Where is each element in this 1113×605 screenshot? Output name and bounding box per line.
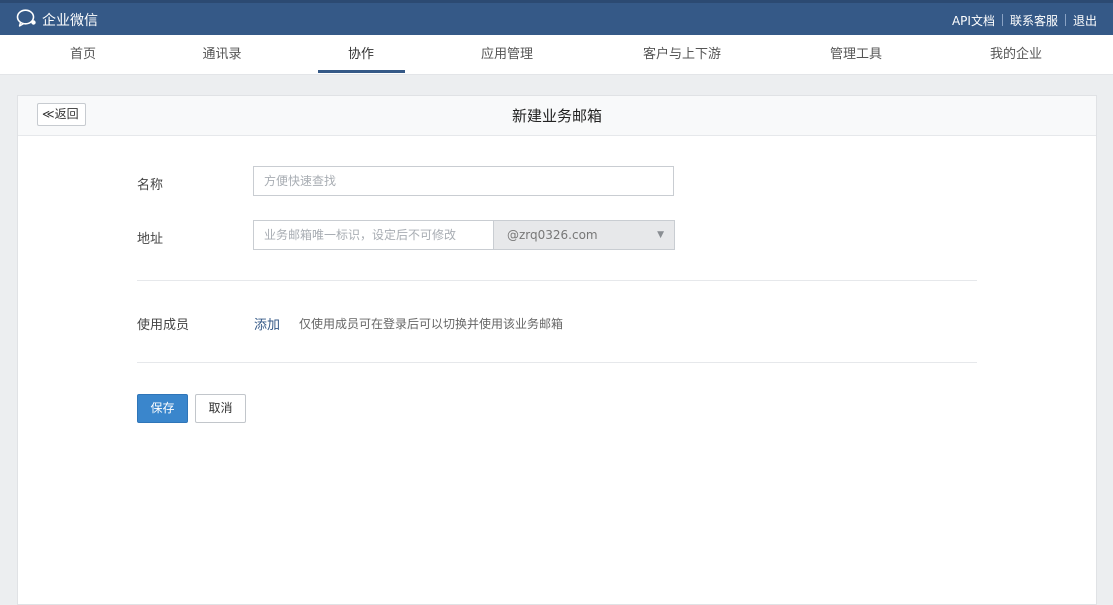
nav-item-customers[interactable]: 客户与上下游 xyxy=(643,35,721,75)
top-bar: 企业微信 API文档 联系客服 退出 xyxy=(0,0,1113,35)
card-header: ≪返回 新建业务邮箱 xyxy=(18,96,1096,136)
nav-item-collaboration[interactable]: 协作 xyxy=(348,35,374,75)
domain-value: @zrq0326.com xyxy=(507,228,598,242)
members-hint: 仅使用成员可在登录后可以切换并使用该业务邮箱 xyxy=(299,317,564,331)
nav-item-home[interactable]: 首页 xyxy=(70,35,96,75)
contact-support-link[interactable]: 联系客服 xyxy=(1010,12,1058,29)
brand-name: 企业微信 xyxy=(42,13,98,29)
cancel-button[interactable]: 取消 xyxy=(195,394,246,423)
divider xyxy=(1001,14,1003,26)
address-input[interactable] xyxy=(253,220,494,250)
chevron-down-icon: ▼ xyxy=(657,230,664,240)
members-label: 使用成员 xyxy=(137,318,190,333)
domain-select[interactable]: @zrq0326.com ▼ xyxy=(493,220,675,250)
name-label: 名称 xyxy=(137,178,164,193)
top-links: API文档 联系客服 退出 xyxy=(952,8,1097,32)
active-tab-indicator xyxy=(318,70,405,73)
nav-item-contacts[interactable]: 通讯录 xyxy=(202,35,241,75)
nav-item-my-company[interactable]: 我的企业 xyxy=(990,35,1042,75)
add-members-link[interactable]: 添加 xyxy=(254,314,280,333)
name-input[interactable] xyxy=(253,166,674,196)
nav-item-app-management[interactable]: 应用管理 xyxy=(481,35,533,75)
brand[interactable]: 企业微信 xyxy=(16,6,98,34)
divider xyxy=(137,362,977,363)
api-docs-link[interactable]: API文档 xyxy=(952,12,995,29)
form-card: ≪返回 新建业务邮箱 名称 地址 @zrq0326.com ▼ 使用成员 添加 … xyxy=(17,95,1097,605)
save-button[interactable]: 保存 xyxy=(137,394,188,423)
main-nav: 首页 通讯录 协作 应用管理 客户与上下游 管理工具 我的企业 xyxy=(0,35,1113,75)
page-title: 新建业务邮箱 xyxy=(511,107,602,125)
address-label: 地址 xyxy=(137,232,164,247)
logout-link[interactable]: 退出 xyxy=(1073,12,1097,29)
divider xyxy=(1064,14,1066,26)
chat-bubble-icon xyxy=(16,8,42,32)
nav-item-management-tools[interactable]: 管理工具 xyxy=(830,35,882,75)
divider xyxy=(137,280,977,281)
